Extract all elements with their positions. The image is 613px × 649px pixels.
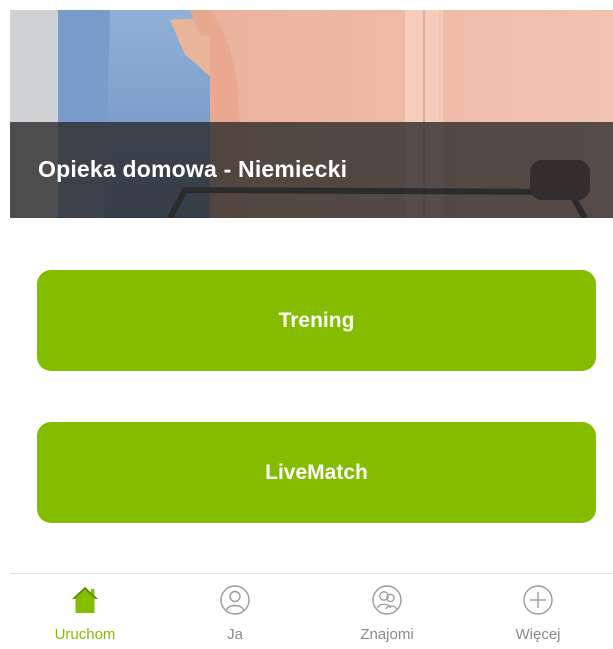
hero-banner: Opieka domowa - Niemiecki [10,10,613,218]
nav-item-friends[interactable]: Znajomi [312,574,462,649]
friends-icon [371,584,403,616]
person-icon [219,584,251,616]
bottom-navigation: Uruchom Ja Znajomi Więcej [10,573,613,649]
livematch-button[interactable]: LiveMatch [37,422,596,523]
nav-label-friends: Znajomi [360,626,414,643]
nav-label-me: Ja [227,626,243,643]
plus-circle-icon [522,584,554,616]
nav-label-more: Więcej [515,626,561,643]
app-screen: Opieka domowa - Niemiecki Trening LiveMa… [0,0,613,649]
course-title: Opieka domowa - Niemiecki [38,156,348,182]
nav-item-me[interactable]: Ja [160,574,310,649]
nav-item-start[interactable]: Uruchom [10,574,160,649]
training-button[interactable]: Trening [37,270,596,371]
nav-label-start: Uruchom [54,626,116,643]
home-icon [69,584,101,616]
nav-item-more[interactable]: Więcej [463,574,613,649]
